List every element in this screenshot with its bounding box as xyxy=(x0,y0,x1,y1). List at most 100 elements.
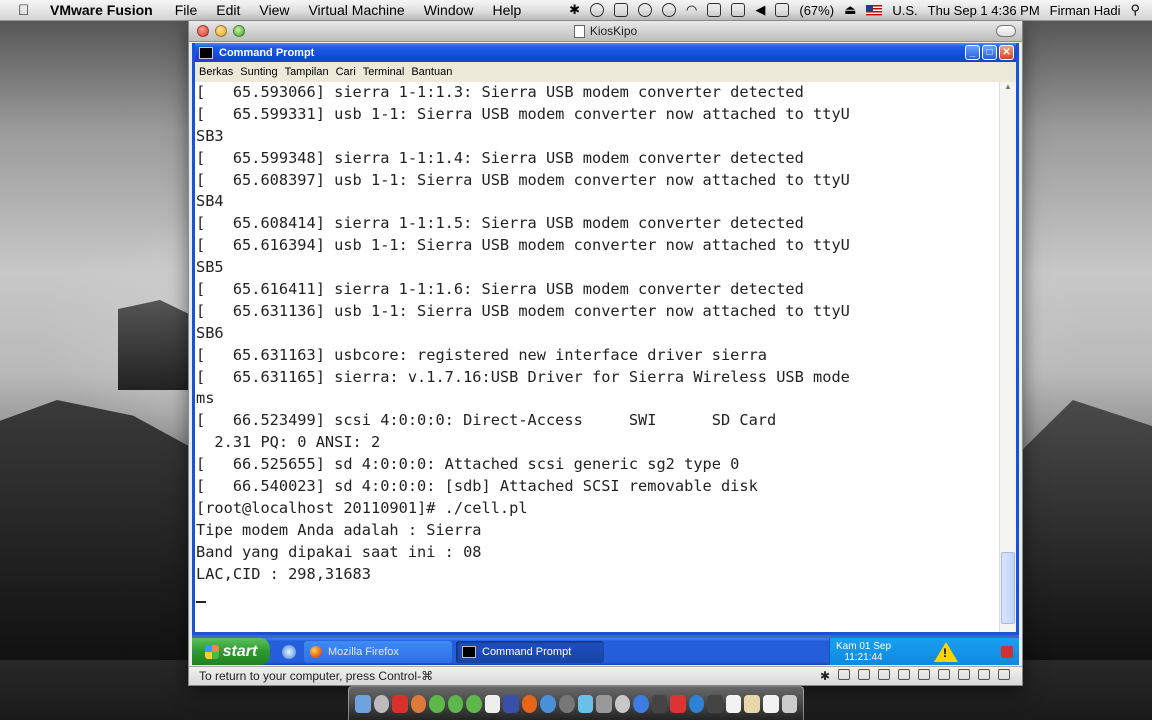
mac-menu-bar:  VMware Fusion File Edit View Virtual M… xyxy=(0,0,1152,21)
bluetooth-icon[interactable]: ✱ xyxy=(820,669,830,683)
menu-window[interactable]: Window xyxy=(424,2,474,18)
menu-sunting[interactable]: Sunting xyxy=(240,66,277,78)
input-source[interactable]: U.S. xyxy=(892,3,917,18)
app-store-icon[interactable] xyxy=(688,694,705,713)
terminal-line: SB3 xyxy=(196,126,224,145)
quick-launch-ie[interactable] xyxy=(278,641,300,663)
battery-meter-icon[interactable] xyxy=(614,3,629,17)
usb-icon[interactable] xyxy=(878,669,890,680)
menu-terminal[interactable]: Terminal xyxy=(363,66,405,78)
terminal-line: [ 65.616394] usb 1-1: Sierra USB modem c… xyxy=(196,236,850,255)
sync-icon[interactable] xyxy=(590,3,605,17)
clock-icon[interactable] xyxy=(614,694,631,713)
display-icon[interactable] xyxy=(707,3,722,17)
terminal-line: [ 65.599331] usb 1-1: Sierra USB modem c… xyxy=(196,104,850,123)
messenger-icon[interactable] xyxy=(429,694,445,713)
eject-icon[interactable]: ⏏ xyxy=(844,2,856,18)
trash-icon[interactable] xyxy=(781,694,798,713)
messenger-icon[interactable] xyxy=(466,694,482,713)
volume-icon[interactable]: ◀ xyxy=(755,2,765,18)
menu-file[interactable]: File xyxy=(175,2,198,18)
safari-icon[interactable] xyxy=(540,694,557,713)
menu-edit[interactable]: Edit xyxy=(216,2,240,18)
user-name[interactable]: Firman Hadi xyxy=(1050,3,1121,18)
menu-clock[interactable]: Thu Sep 1 4:36 PM xyxy=(928,3,1040,18)
terminal-line: SB6 xyxy=(196,323,224,342)
printer-icon[interactable] xyxy=(918,669,930,680)
start-button[interactable]: start xyxy=(192,638,270,665)
calendar-icon[interactable] xyxy=(484,694,501,713)
apple-menu-icon[interactable]:  xyxy=(18,2,36,19)
command-prompt-icon xyxy=(199,46,213,59)
vm-guest-screen[interactable]: Command Prompt _ □ ✕ Berkas Sunting Tamp… xyxy=(192,43,1019,665)
messenger-icon[interactable] xyxy=(447,694,464,713)
vmware-fusion-icon[interactable] xyxy=(392,694,408,713)
tray-app-icon[interactable] xyxy=(1000,645,1013,658)
toolbar-toggle-button[interactable] xyxy=(996,25,1016,37)
terminal-scrollbar[interactable]: ▲ xyxy=(999,82,1016,632)
timer-icon[interactable] xyxy=(662,3,677,17)
document-icon[interactable] xyxy=(763,694,779,713)
menu-berkas[interactable]: Berkas xyxy=(199,66,233,78)
terminal-icon[interactable] xyxy=(651,694,668,713)
menu-virtual-machine[interactable]: Virtual Machine xyxy=(308,2,404,18)
dashboard-icon[interactable] xyxy=(373,694,390,713)
terminal-line: [ 66.525655] sd 4:0:0:0: Attached scsi g… xyxy=(196,455,740,474)
app-menu[interactable]: VMware Fusion xyxy=(50,2,153,18)
vmware-window: KiosKipo Command Prompt _ □ ✕ Berkas Sun… xyxy=(188,20,1023,686)
document-icon[interactable] xyxy=(725,694,742,713)
app-icon[interactable] xyxy=(410,694,427,713)
menu-tampilan[interactable]: Tampilan xyxy=(285,66,329,78)
scroll-up-icon[interactable]: ▲ xyxy=(1000,82,1016,96)
warning-icon[interactable]: ! xyxy=(934,641,959,662)
tray-time: 11:21:44 xyxy=(844,651,883,663)
taskbar-firefox[interactable]: Mozilla Firefox xyxy=(304,640,452,663)
battery-percent[interactable]: (67%) xyxy=(799,3,834,18)
system-tray: Kam 01 Sep 11:21:44 ! xyxy=(829,638,1019,665)
terminal-line: 2.31 PQ: 0 ANSI: 2 xyxy=(196,433,381,452)
firefox-icon[interactable] xyxy=(521,694,538,713)
network-icon[interactable] xyxy=(938,669,950,680)
internet-explorer-icon xyxy=(282,644,296,659)
activity-icon[interactable] xyxy=(707,694,723,713)
vmware-titlebar: KiosKipo xyxy=(189,21,1022,42)
minimize-button[interactable]: _ xyxy=(965,45,980,60)
command-prompt-titlebar[interactable]: Command Prompt _ □ ✕ xyxy=(195,43,1016,62)
preview-icon[interactable] xyxy=(577,694,594,713)
time-machine-icon[interactable] xyxy=(638,3,653,17)
taskbar-command-prompt[interactable]: Command Prompt xyxy=(456,640,604,663)
script-icon[interactable] xyxy=(731,3,746,17)
menu-help[interactable]: Help xyxy=(493,2,522,18)
terminal-line: SB5 xyxy=(196,258,224,277)
app-icon[interactable] xyxy=(670,694,686,713)
hard-disk-icon[interactable] xyxy=(838,669,850,680)
wifi-icon[interactable]: ◠ xyxy=(686,2,697,18)
vmware-status-bar: To return to your computer, press Contro… xyxy=(189,666,1022,685)
cd-drive-icon[interactable] xyxy=(858,669,870,680)
itunes-icon[interactable] xyxy=(633,694,649,713)
utility-icon[interactable] xyxy=(596,694,612,713)
finder-icon[interactable] xyxy=(355,694,371,713)
command-prompt-window: Command Prompt _ □ ✕ Berkas Sunting Tamp… xyxy=(192,43,1019,635)
downloads-folder-icon[interactable] xyxy=(744,694,761,713)
editor-icon[interactable] xyxy=(503,694,519,713)
spotlight-icon[interactable]: ⚲ xyxy=(1130,2,1140,18)
close-button[interactable]: ✕ xyxy=(999,45,1014,60)
shared-folder-icon[interactable] xyxy=(958,669,970,680)
us-flag-icon[interactable] xyxy=(866,4,883,16)
bluetooth-icon[interactable]: ✱ xyxy=(569,2,580,18)
tray-clock[interactable]: Kam 01 Sep 11:21:44 xyxy=(836,641,891,663)
maximize-button[interactable]: □ xyxy=(982,45,997,60)
sound-icon[interactable] xyxy=(978,669,990,680)
taskbar-firefox-label: Mozilla Firefox xyxy=(328,645,399,658)
menu-cari[interactable]: Cari xyxy=(336,66,356,78)
menu-bantuan[interactable]: Bantuan xyxy=(411,66,452,78)
camera-icon[interactable] xyxy=(898,669,910,680)
settings-icon[interactable] xyxy=(998,669,1010,680)
terminal-output[interactable]: [ 65.593066] sierra 1-1:1.3: Sierra USB … xyxy=(195,82,1003,632)
system-preferences-icon[interactable] xyxy=(559,694,575,713)
battery-icon[interactable] xyxy=(775,3,790,17)
xp-taskbar: start Mozilla Firefox Command Prompt Kam… xyxy=(192,638,1019,665)
scrollbar-thumb[interactable] xyxy=(1001,552,1015,624)
menu-view[interactable]: View xyxy=(259,2,289,18)
